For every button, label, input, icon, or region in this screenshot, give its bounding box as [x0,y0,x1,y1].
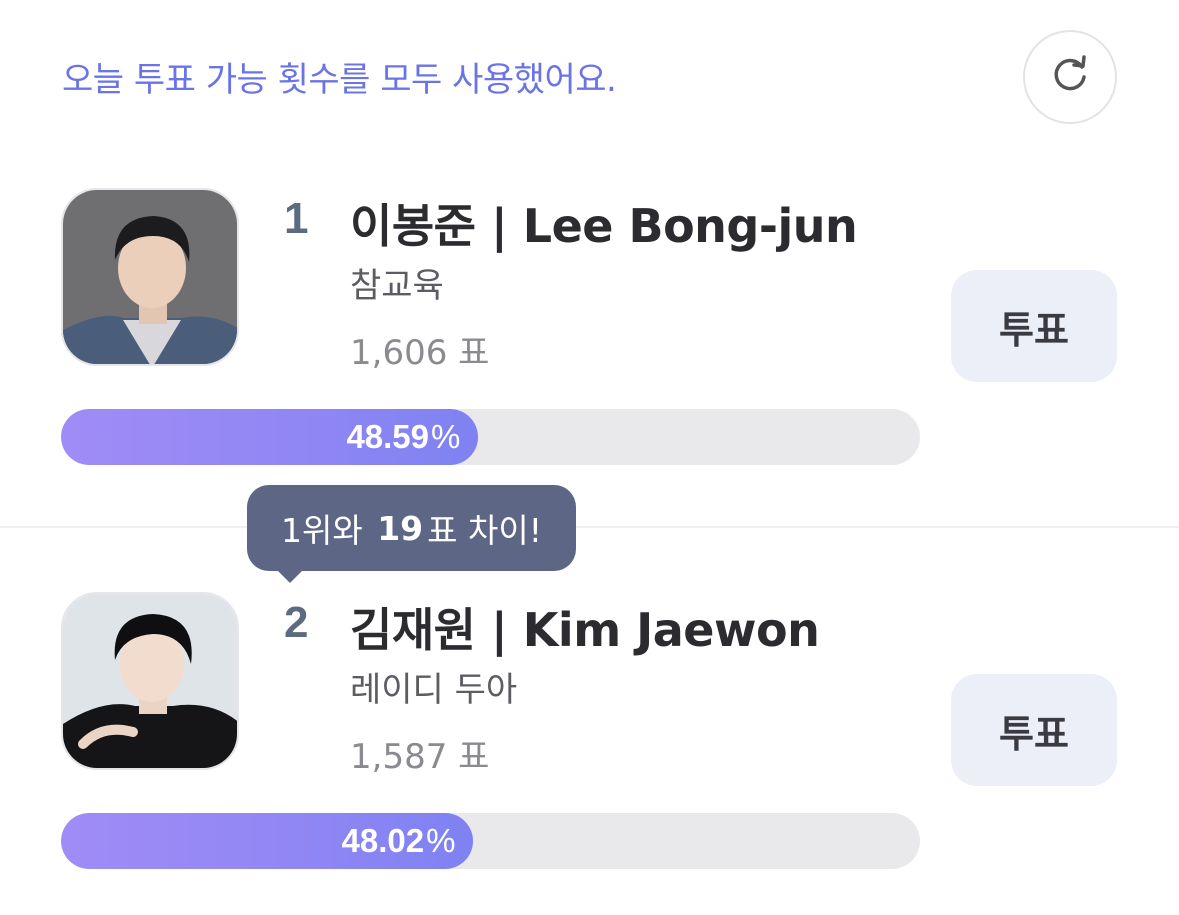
vote-count-value: 1,587 [350,737,448,777]
tooltip-suffix: 표 차이! [427,511,542,550]
vote-progress-fill: 48.59% [61,409,479,465]
tooltip-gap-count: 19 [377,508,424,548]
vote-count-value: 1,606 [350,333,448,373]
vote-count: 1,606 표 [350,325,489,374]
divider [0,526,1179,528]
rank-number: 1 [284,194,309,243]
vote-count-unit: 표 [458,333,490,373]
candidate-name: 김재원 | Kim Jaewon [350,603,820,657]
candidate-group: 레이디 두아 [350,670,518,710]
vote-count: 1,587 표 [350,729,489,778]
vote-percent-label: 48.02% [342,822,456,860]
candidate-name: 이봉준 | Lee Bong-jun [350,199,858,253]
vote-percent-sign: % [426,822,456,859]
refresh-button[interactable] [1023,30,1117,124]
rank-number: 2 [284,598,309,647]
vote-limit-notice: 오늘 투표 가능 횟수를 모두 사용했어요. [62,60,617,100]
candidate-group: 참교육 [350,266,444,306]
refresh-icon [1048,53,1092,101]
vote-progress-bar: 48.59% [61,409,920,465]
tooltip-prefix: 1위와 [281,511,363,550]
vote-percent-label: 48.59% [346,418,460,456]
vote-progress-fill: 48.02% [61,813,474,869]
tooltip-tail [276,569,304,583]
vote-progress-bar: 48.02% [61,813,920,869]
vote-percent-sign: % [431,418,461,455]
vote-button[interactable]: 투표 [951,674,1117,786]
candidate-photo [61,188,239,366]
vote-count-unit: 표 [458,737,490,777]
vote-gap-tooltip: 1위와 19 표 차이! [247,485,576,571]
vote-button[interactable]: 투표 [951,270,1117,382]
candidate-photo [61,592,239,770]
vote-percent-value: 48.59 [346,418,430,455]
vote-percent-value: 48.02 [341,822,425,859]
